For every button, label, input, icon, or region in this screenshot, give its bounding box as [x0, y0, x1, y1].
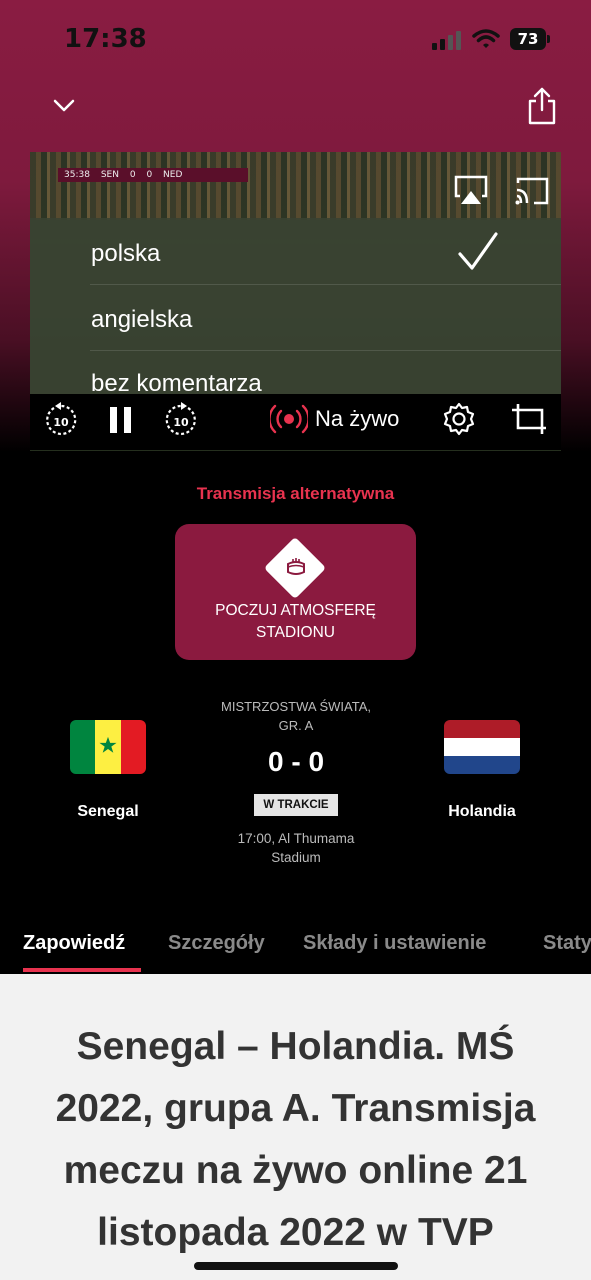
stadium-label-line2: STADIONU [256, 624, 335, 641]
airplay-icon[interactable] [454, 174, 488, 206]
audio-option-angielska[interactable]: angielska [91, 306, 192, 334]
scorebug-clock: 35:38 [64, 170, 90, 180]
checkmark-icon [458, 232, 498, 270]
cellular-signal-icon [432, 31, 461, 50]
flag-stripe [70, 720, 96, 774]
article-title: Senegal – Holandia. MŚ 2022, grupa A. Tr… [55, 1025, 536, 1254]
audio-option-polska[interactable]: polska [91, 240, 160, 268]
player-controls: 10 10 Na żywo [30, 394, 561, 450]
match-time-venue: 17:00, Al Thumama Stadium [196, 829, 396, 867]
tab-statystyki[interactable]: Statystyki [543, 932, 591, 955]
competition-line1: MISTRZOSTWA ŚWIATA, [221, 699, 371, 714]
tab-szczegoly[interactable]: Szczegóły [168, 932, 265, 955]
flag-stripe [444, 738, 520, 756]
status-time: 17:38 [64, 24, 147, 54]
pause-button[interactable] [108, 406, 134, 434]
match-status-badge: W TRAKCIE [254, 794, 338, 816]
time-venue-line2: Stadium [271, 850, 321, 865]
live-broadcast-icon [270, 404, 308, 434]
competition-line2: GR. A [278, 718, 314, 733]
star-icon [99, 736, 117, 753]
scorebug-home-score: 0 [129, 170, 136, 180]
forward-seconds: 10 [173, 416, 189, 429]
stadium-icon [287, 558, 305, 575]
time-venue-line1: 17:00, Al Thumama [237, 831, 355, 846]
fullscreen-crop-icon[interactable] [510, 402, 550, 436]
audio-track-menu: polska angielska bez komentarza [30, 218, 561, 394]
wifi-icon [472, 29, 500, 48]
status-bar: 17:38 73 [0, 0, 591, 80]
battery-indicator: 73 [510, 28, 550, 50]
article-section: Senegal – Holandia. MŚ 2022, grupa A. Tr… [0, 974, 591, 1280]
scorebug-away-score: 0 [146, 170, 153, 180]
audio-option-bez-komentarza[interactable]: bez komentarza [91, 370, 262, 394]
flag-stripe [120, 720, 146, 774]
home-team-name[interactable]: Senegal [48, 803, 168, 821]
cast-icon[interactable] [514, 176, 550, 206]
tab-zapowiedz[interactable]: Zapowiedź [23, 932, 125, 955]
away-team-name[interactable]: Holandia [422, 803, 542, 821]
collapse-chevron-button[interactable] [50, 92, 78, 120]
stadium-atmosphere-label: POCZUJ ATMOSFERĘ STADIONU [175, 600, 416, 644]
scorebug-home: SEN [100, 170, 119, 180]
flag-stripe [95, 720, 121, 774]
flag-stripe [444, 720, 520, 738]
alternative-broadcast-title: Transmisja alternatywna [196, 484, 395, 503]
active-tab-indicator [23, 968, 141, 972]
tab-sklady[interactable]: Składy i ustawienie [303, 932, 486, 955]
share-button[interactable] [526, 86, 558, 126]
menu-divider [90, 284, 561, 285]
scorebug-away: NED [163, 170, 183, 180]
flag-stripe [444, 756, 520, 774]
match-tabs: Zapowiedź Szczegóły Składy i ustawienie … [0, 922, 591, 974]
stadium-atmosphere-button[interactable]: POCZUJ ATMOSFERĘ STADIONU [175, 524, 416, 660]
rewind-icon[interactable]: 10 [44, 402, 78, 438]
rewind-seconds: 10 [53, 416, 69, 429]
competition-label: MISTRZOSTWA ŚWIATA, GR. A [196, 697, 396, 735]
senegal-flag [70, 720, 146, 774]
menu-divider [90, 350, 561, 351]
stadium-label-line1: POCZUJ ATMOSFERĘ [215, 602, 376, 619]
forward-icon[interactable]: 10 [164, 402, 198, 438]
scorebug: 35:38 SEN 0 0 NED [58, 168, 248, 182]
match-score: 0 - 0 [267, 746, 325, 777]
home-indicator[interactable] [194, 1262, 398, 1270]
live-label[interactable]: Na żywo [315, 406, 399, 432]
netherlands-flag [444, 720, 520, 774]
settings-gear-icon[interactable] [442, 402, 476, 436]
